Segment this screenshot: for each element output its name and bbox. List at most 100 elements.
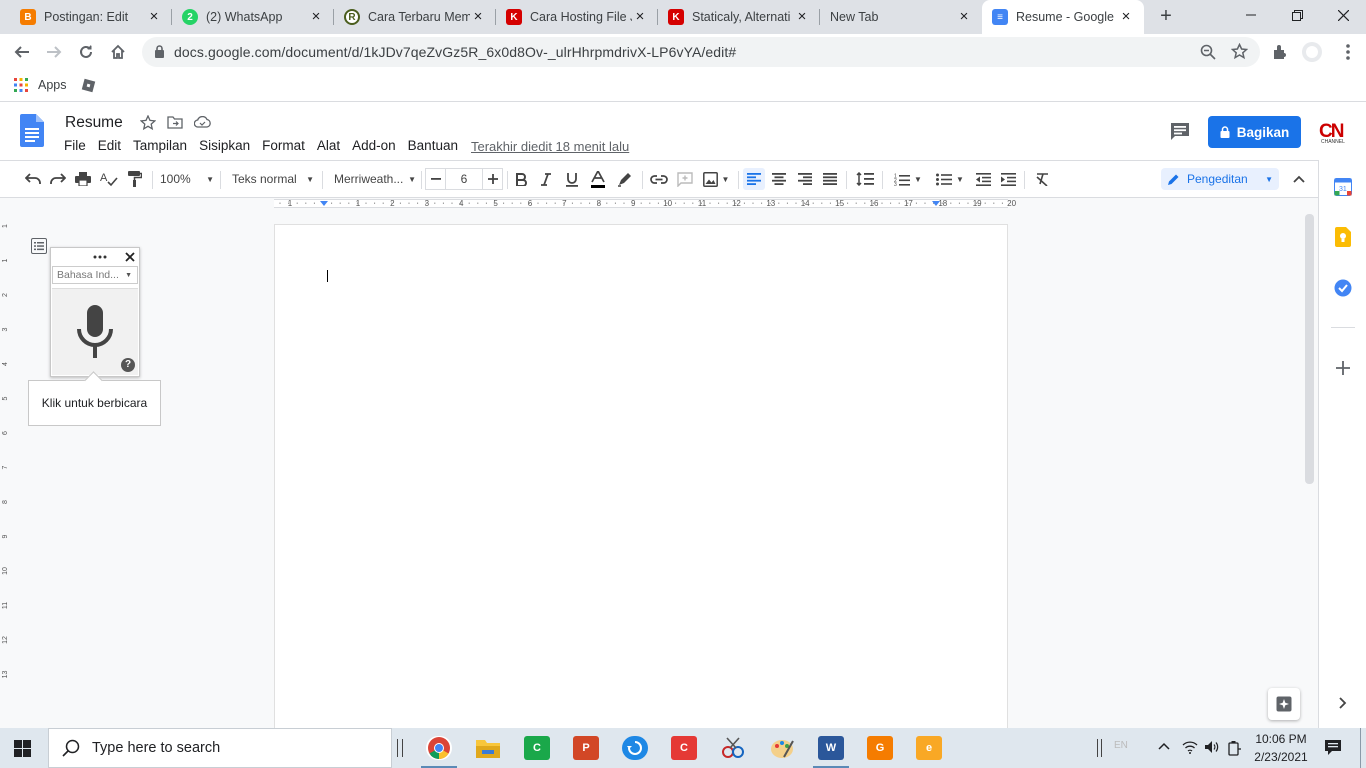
tasks-icon[interactable]: [1333, 278, 1353, 298]
url-text[interactable]: docs.google.com/document/d/1kJDv7qeZvGz5…: [174, 44, 736, 60]
sync-app-icon[interactable]: [622, 736, 648, 760]
docs-logo-icon[interactable]: [20, 114, 44, 147]
font-size-input[interactable]: 6: [445, 168, 483, 190]
help-icon[interactable]: ?: [121, 358, 135, 372]
paint-format-icon[interactable]: [124, 168, 146, 190]
align-left-icon[interactable]: [743, 168, 765, 190]
keep-icon[interactable]: [1333, 227, 1353, 247]
menu-view[interactable]: Tampilan: [133, 138, 187, 153]
cloud-saved-icon[interactable]: [194, 116, 211, 128]
home-button[interactable]: [104, 38, 132, 66]
last-edit-link[interactable]: Terakhir diedit 18 menit lalu: [471, 139, 629, 154]
close-tab-icon[interactable]: ×: [956, 9, 972, 25]
paragraph-style-select[interactable]: Teks normal ▼: [228, 168, 314, 190]
clear-formatting-icon[interactable]: [1031, 168, 1053, 190]
close-tab-icon[interactable]: ×: [1118, 9, 1134, 25]
file-explorer-icon[interactable]: [475, 736, 501, 760]
move-folder-icon[interactable]: [167, 115, 183, 129]
horizontal-ruler[interactable]: 1 1 2 3 4 5 6 7 8 9 10 11 12 13 14 15 16 17 18 19 20: [0, 198, 1318, 210]
chevron-up-icon[interactable]: [1158, 742, 1170, 750]
increase-font-size-button[interactable]: [483, 168, 503, 190]
align-center-icon[interactable]: [768, 168, 790, 190]
menu-file[interactable]: File: [64, 138, 86, 153]
notification-center-icon[interactable]: [1325, 740, 1341, 755]
share-button[interactable]: Bagikan: [1208, 116, 1301, 148]
account-avatar[interactable]: CN CHANNEL: [1318, 120, 1350, 144]
close-tab-icon[interactable]: ×: [308, 9, 324, 25]
zoom-select[interactable]: 100% ▼: [160, 168, 214, 190]
browser-tab[interactable]: New Tab ×: [820, 0, 982, 34]
camtasia-icon[interactable]: C: [524, 736, 550, 760]
undo-icon[interactable]: [22, 168, 44, 190]
bold-icon[interactable]: [511, 168, 531, 190]
star-icon[interactable]: [140, 115, 156, 131]
omnibox[interactable]: docs.google.com/document/d/1kJDv7qeZvGz5…: [142, 37, 1260, 67]
calendar-icon[interactable]: 31: [1333, 177, 1353, 197]
close-tab-icon[interactable]: ×: [794, 9, 810, 25]
expand-panel-icon[interactable]: [1333, 693, 1353, 713]
browser-tab[interactable]: 2 (2) WhatsApp ×: [172, 0, 334, 34]
task-view-icon[interactable]: [397, 739, 403, 757]
browser-tab[interactable]: B Postingan: Edit ×: [10, 0, 172, 34]
increase-indent-icon[interactable]: [997, 168, 1019, 190]
close-tab-icon[interactable]: ×: [632, 9, 648, 25]
numbered-list-icon[interactable]: 1 2 3 ▼: [890, 168, 926, 190]
system-clock[interactable]: 10:06 PM 2/23/2021: [1250, 730, 1312, 766]
minimize-button[interactable]: [1228, 0, 1274, 30]
close-tab-icon[interactable]: ×: [470, 9, 486, 25]
extensions-icon[interactable]: [1266, 38, 1294, 66]
powerpoint-icon[interactable]: P: [573, 736, 599, 760]
close-tab-icon[interactable]: ×: [146, 9, 162, 25]
forward-button[interactable]: [40, 38, 68, 66]
vertical-scrollbar[interactable]: [1305, 214, 1314, 484]
word-icon[interactable]: W: [818, 736, 844, 760]
insert-link-icon[interactable]: [648, 168, 670, 190]
comment-history-icon[interactable]: [1170, 122, 1190, 141]
insert-comment-icon[interactable]: [674, 168, 696, 190]
paint-icon[interactable]: [769, 736, 795, 760]
document-outline-icon[interactable]: [31, 238, 47, 254]
new-tab-button[interactable]: +: [1154, 4, 1178, 28]
apps-bookmark[interactable]: Apps: [14, 78, 67, 92]
bulleted-list-icon[interactable]: ▼: [932, 168, 968, 190]
pdf-app-icon[interactable]: G: [867, 736, 893, 760]
document-page[interactable]: [274, 224, 1008, 728]
align-right-icon[interactable]: [794, 168, 816, 190]
windows-start-icon[interactable]: [14, 740, 31, 757]
wifi-icon[interactable]: [1182, 740, 1198, 754]
input-language[interactable]: EN: [1114, 740, 1128, 751]
lock-icon[interactable]: [154, 45, 165, 58]
roblox-bookmark-icon[interactable]: [81, 78, 96, 93]
browser-tab[interactable]: K Cara Hosting File J ×: [496, 0, 658, 34]
camtasia-red-icon[interactable]: C: [671, 736, 697, 760]
close-window-button[interactable]: [1320, 0, 1366, 30]
spellcheck-icon[interactable]: A: [98, 168, 120, 190]
drag-handle-icon[interactable]: [93, 255, 107, 259]
browser-tab[interactable]: ≡ Resume - Google D ×: [982, 0, 1144, 34]
italic-icon[interactable]: [536, 168, 556, 190]
menu-insert[interactable]: Sisipkan: [199, 138, 250, 153]
line-spacing-icon[interactable]: [853, 168, 877, 190]
zoom-icon[interactable]: [1200, 44, 1216, 60]
collapse-menus-icon[interactable]: [1288, 168, 1310, 190]
battery-plug-icon[interactable]: [1228, 740, 1242, 756]
browser-tab[interactable]: K Staticaly, Alternati ×: [658, 0, 820, 34]
decrease-font-size-button[interactable]: [425, 168, 445, 190]
e-app-icon[interactable]: e: [916, 736, 942, 760]
menu-edit[interactable]: Edit: [98, 138, 121, 153]
explore-button[interactable]: [1268, 688, 1300, 720]
redo-icon[interactable]: [47, 168, 69, 190]
decrease-indent-icon[interactable]: [972, 168, 994, 190]
text-color-icon[interactable]: [588, 168, 608, 190]
profile-avatar[interactable]: [1298, 38, 1326, 66]
close-icon[interactable]: [125, 252, 135, 262]
font-family-select[interactable]: Merriweath... ▼: [330, 168, 416, 190]
taskbar-search-box[interactable]: Type here to search: [48, 728, 392, 768]
browser-tab[interactable]: R Cara Terbaru Mem ×: [334, 0, 496, 34]
microphone-button[interactable]: ?: [52, 288, 138, 375]
menu-help[interactable]: Bantuan: [408, 138, 458, 153]
maximize-button[interactable]: [1274, 0, 1320, 30]
voice-language-select[interactable]: Bahasa Ind... ▼: [52, 266, 138, 284]
insert-image-icon[interactable]: ▼: [700, 168, 732, 190]
menu-tools[interactable]: Alat: [317, 138, 340, 153]
